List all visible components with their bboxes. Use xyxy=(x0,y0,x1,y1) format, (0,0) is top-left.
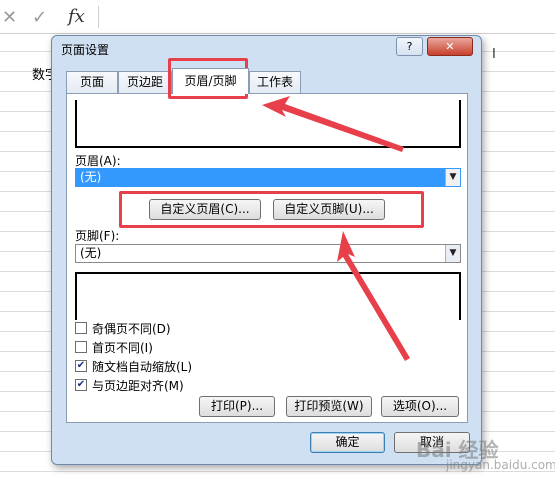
footer-label: 页脚(F): xyxy=(75,229,120,243)
print-preview-button[interactable]: 打印预览(W) xyxy=(286,396,372,417)
check-icon[interactable]: ✓ xyxy=(32,7,47,28)
options-button[interactable]: 选项(O)... xyxy=(381,396,459,417)
checkbox-box[interactable] xyxy=(75,341,87,353)
footer-preview xyxy=(75,272,461,320)
checkbox-box[interactable] xyxy=(75,322,87,334)
ok-button[interactable]: 确定 xyxy=(310,432,385,453)
formula-separator xyxy=(98,6,99,28)
tab-sheet[interactable]: 工作表 xyxy=(249,71,301,93)
checkbox-label: 奇偶页不同(D) xyxy=(92,322,171,336)
tab-margins[interactable]: 页边距 xyxy=(118,71,172,93)
fx-icon[interactable]: fx xyxy=(68,6,85,27)
close-icon[interactable]: ✕ xyxy=(2,7,17,28)
checkmark-icon[interactable]: ✔ xyxy=(75,360,87,372)
watermark-sub: jingyan.baidu.com xyxy=(446,458,555,472)
footer-select-value: (无) xyxy=(80,246,102,260)
chevron-down-icon[interactable]: ▼ xyxy=(445,169,460,186)
chevron-down-icon[interactable]: ▼ xyxy=(445,245,460,262)
custom-footer-button[interactable]: 自定义页脚(U)... xyxy=(273,199,385,220)
print-button[interactable]: 打印(P)... xyxy=(199,396,275,417)
tab-page[interactable]: 页面 xyxy=(66,71,118,93)
close-button[interactable]: ✕ xyxy=(427,37,473,56)
header-preview xyxy=(75,100,461,148)
tab-header-footer[interactable]: 页眉/页脚 xyxy=(172,68,249,94)
checkbox-label: 与页边距对齐(M) xyxy=(92,379,184,393)
help-button[interactable]: ? xyxy=(396,37,423,56)
header-label: 页眉(A): xyxy=(75,154,121,168)
page-setup-dialog: 页面设置 ? ✕ 页面 页边距 页眉/页脚 工作表 页眉(A): (无) ▼ 自… xyxy=(51,35,482,465)
tab-panel: 页眉(A): (无) ▼ 自定义页眉(C)... 自定义页脚(U)... 页脚(… xyxy=(66,93,468,423)
text-cursor-icon: I xyxy=(492,47,496,62)
custom-header-button[interactable]: 自定义页眉(C)... xyxy=(149,199,261,220)
checkbox-label: 随文档自动缩放(L) xyxy=(92,360,193,374)
header-select[interactable]: (无) ▼ xyxy=(75,168,461,187)
formula-bar: ✕ ✓ fx xyxy=(0,0,555,34)
checkbox-label: 首页不同(I) xyxy=(92,341,153,355)
dialog-title: 页面设置 xyxy=(61,43,110,57)
header-select-value: (无) xyxy=(80,170,102,184)
checkmark-icon[interactable]: ✔ xyxy=(75,379,87,391)
footer-select[interactable]: (无) ▼ xyxy=(75,244,461,263)
